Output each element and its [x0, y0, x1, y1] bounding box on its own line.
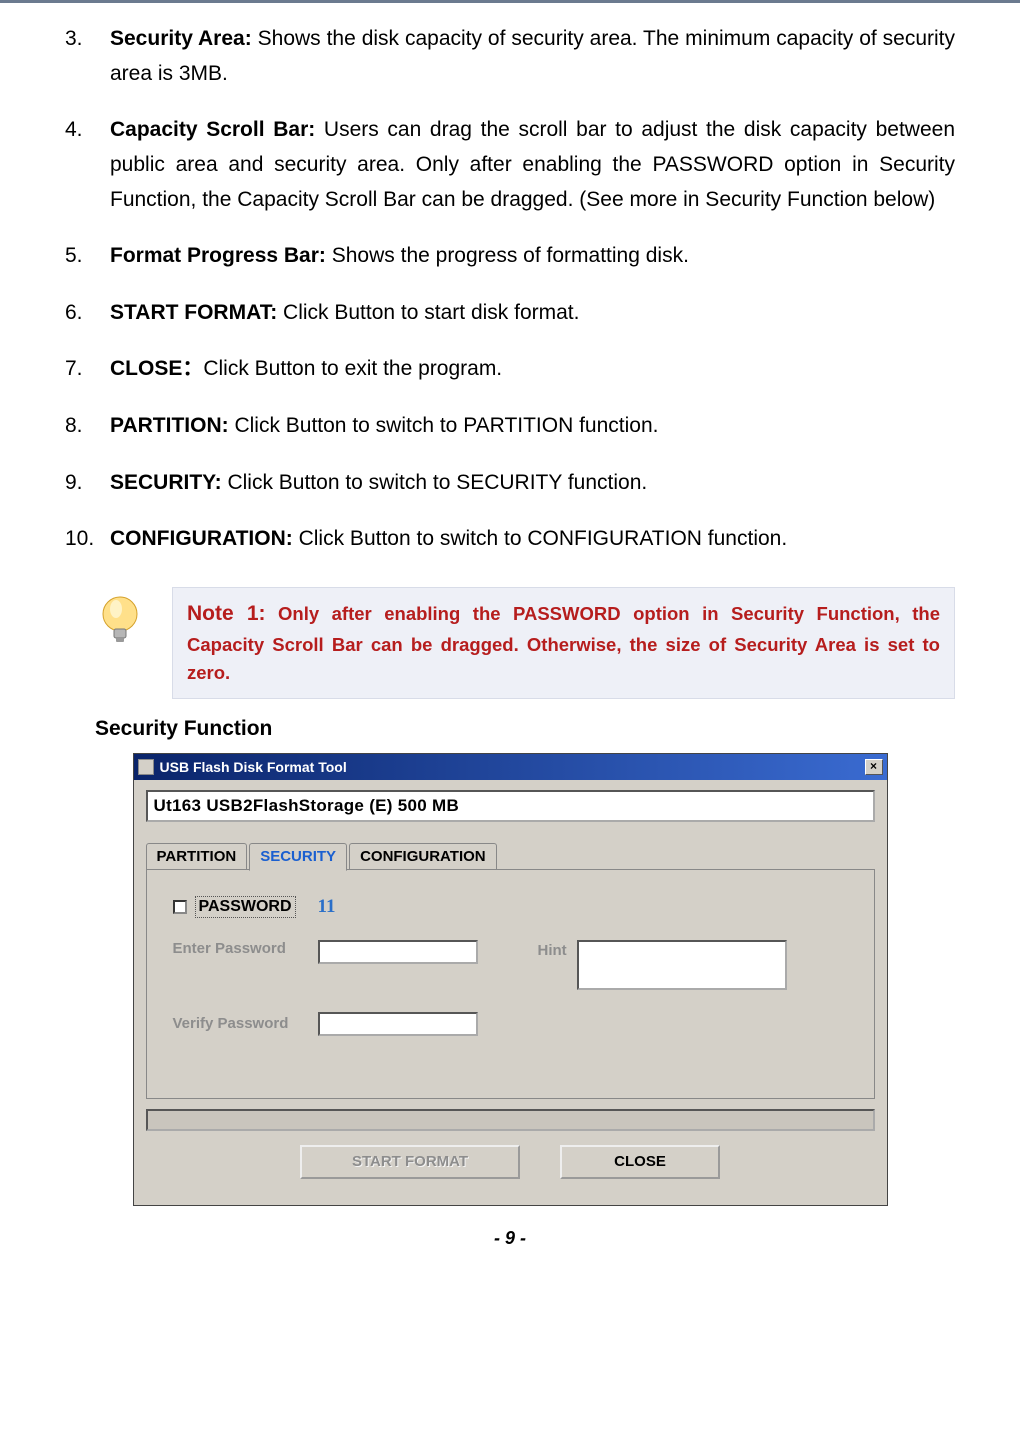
list-bold: CLOSE：: [110, 357, 203, 380]
tab-panel-security: PASSWORD 11 Enter Password Hint Verify P…: [146, 869, 875, 1099]
list-number: 4.: [65, 113, 110, 217]
tabs: PARTITION SECURITY CONFIGURATION: [146, 842, 875, 870]
verify-password-row: Verify Password: [173, 1012, 854, 1036]
list-rest: Click Button to switch to CONFIGURATION …: [293, 527, 787, 550]
list-rest: Click Button to start disk format.: [277, 301, 579, 324]
password-checkbox[interactable]: [173, 900, 187, 914]
list-text: SECURITY: Click Button to switch to SECU…: [110, 466, 955, 501]
hint-label: Hint: [538, 940, 567, 959]
list-bold: Capacity Scroll Bar:: [110, 118, 315, 141]
list-item: 5. Format Progress Bar: Shows the progre…: [65, 239, 955, 274]
window-title: USB Flash Disk Format Tool: [160, 759, 347, 775]
list-bold: START FORMAT:: [110, 301, 277, 324]
list-number: 10.: [65, 522, 110, 557]
close-icon[interactable]: ×: [865, 759, 883, 775]
app-icon: [138, 759, 154, 775]
verify-password-label: Verify Password: [173, 1015, 318, 1032]
list-number: 8.: [65, 409, 110, 444]
verify-password-input[interactable]: [318, 1012, 478, 1036]
list-text: Capacity Scroll Bar: Users can drag the …: [110, 113, 955, 217]
list-rest: Shows the progress of formatting disk.: [326, 244, 689, 267]
titlebar: USB Flash Disk Format Tool ×: [134, 754, 887, 780]
list-rest: Click Button to switch to SECURITY funct…: [222, 471, 648, 494]
note-row: Note 1: Only after enabling the PASSWORD…: [65, 587, 955, 699]
list-item: 4. Capacity Scroll Bar: Users can drag t…: [65, 113, 955, 217]
list-bold: PARTITION:: [110, 414, 229, 437]
list-item: 6. START FORMAT: Click Button to start d…: [65, 296, 955, 331]
list-text: Format Progress Bar: Shows the progress …: [110, 239, 955, 274]
list-item: 8. PARTITION: Click Button to switch to …: [65, 409, 955, 444]
enter-password-row: Enter Password Hint: [173, 940, 854, 990]
dialog-body: Ut163 USB2FlashStorage (E) 500 MB PARTIT…: [134, 780, 887, 1205]
format-progress-bar: [146, 1109, 875, 1131]
list-text: Security Area: Shows the disk capacity o…: [110, 22, 955, 91]
list-number: 3.: [65, 22, 110, 91]
hint-input[interactable]: [577, 940, 787, 990]
list-item: 10. CONFIGURATION: Click Button to switc…: [65, 522, 955, 557]
section-heading: Security Function: [95, 717, 955, 741]
format-tool-dialog: USB Flash Disk Format Tool × Ut163 USB2F…: [133, 753, 888, 1206]
list-bold: CONFIGURATION:: [110, 527, 293, 550]
page-number: - 9 -: [65, 1228, 955, 1249]
list-number: 6.: [65, 296, 110, 331]
list-bold: SECURITY:: [110, 471, 222, 494]
list-bold: Security Area:: [110, 27, 252, 50]
password-row: PASSWORD 11: [173, 896, 854, 918]
note-box: Note 1: Only after enabling the PASSWORD…: [172, 587, 955, 699]
page-content: 3. Security Area: Shows the disk capacit…: [0, 22, 1020, 1249]
list-text: START FORMAT: Click Button to start disk…: [110, 296, 955, 331]
tab-partition[interactable]: PARTITION: [146, 843, 248, 871]
annotation-11: 11: [318, 896, 336, 918]
list-item: 3. Security Area: Shows the disk capacit…: [65, 22, 955, 91]
tab-configuration[interactable]: CONFIGURATION: [349, 843, 497, 871]
close-button[interactable]: CLOSE: [560, 1145, 720, 1179]
top-rule: [0, 0, 1020, 4]
lightbulb-icon: [90, 587, 150, 657]
note-label: Note 1:: [187, 602, 266, 625]
enter-password-input[interactable]: [318, 940, 478, 964]
password-label: PASSWORD: [195, 896, 296, 918]
tab-security[interactable]: SECURITY: [249, 843, 347, 871]
list-number: 7.: [65, 352, 110, 387]
note-text: Only after enabling the PASSWORD option …: [187, 603, 940, 683]
numbered-list: 3. Security Area: Shows the disk capacit…: [65, 22, 955, 557]
list-text: PARTITION: Click Button to switch to PAR…: [110, 409, 955, 444]
list-bold: Format Progress Bar:: [110, 244, 326, 267]
list-text: CONFIGURATION: Click Button to switch to…: [110, 522, 955, 557]
list-rest: Click Button to switch to PARTITION func…: [229, 414, 659, 437]
list-number: 9.: [65, 466, 110, 501]
device-combo[interactable]: Ut163 USB2FlashStorage (E) 500 MB: [146, 790, 875, 822]
enter-password-label: Enter Password: [173, 940, 318, 957]
tabs-wrap: PARTITION SECURITY CONFIGURATION PASSWOR…: [146, 842, 875, 1099]
list-rest: Click Button to exit the program.: [203, 357, 502, 380]
list-item: 7. CLOSE：Click Button to exit the progra…: [65, 352, 955, 387]
start-format-button[interactable]: START FORMAT: [300, 1145, 520, 1179]
list-item: 9. SECURITY: Click Button to switch to S…: [65, 466, 955, 501]
list-number: 5.: [65, 239, 110, 274]
button-row: START FORMAT CLOSE: [146, 1145, 875, 1191]
list-text: CLOSE：Click Button to exit the program.: [110, 352, 955, 387]
